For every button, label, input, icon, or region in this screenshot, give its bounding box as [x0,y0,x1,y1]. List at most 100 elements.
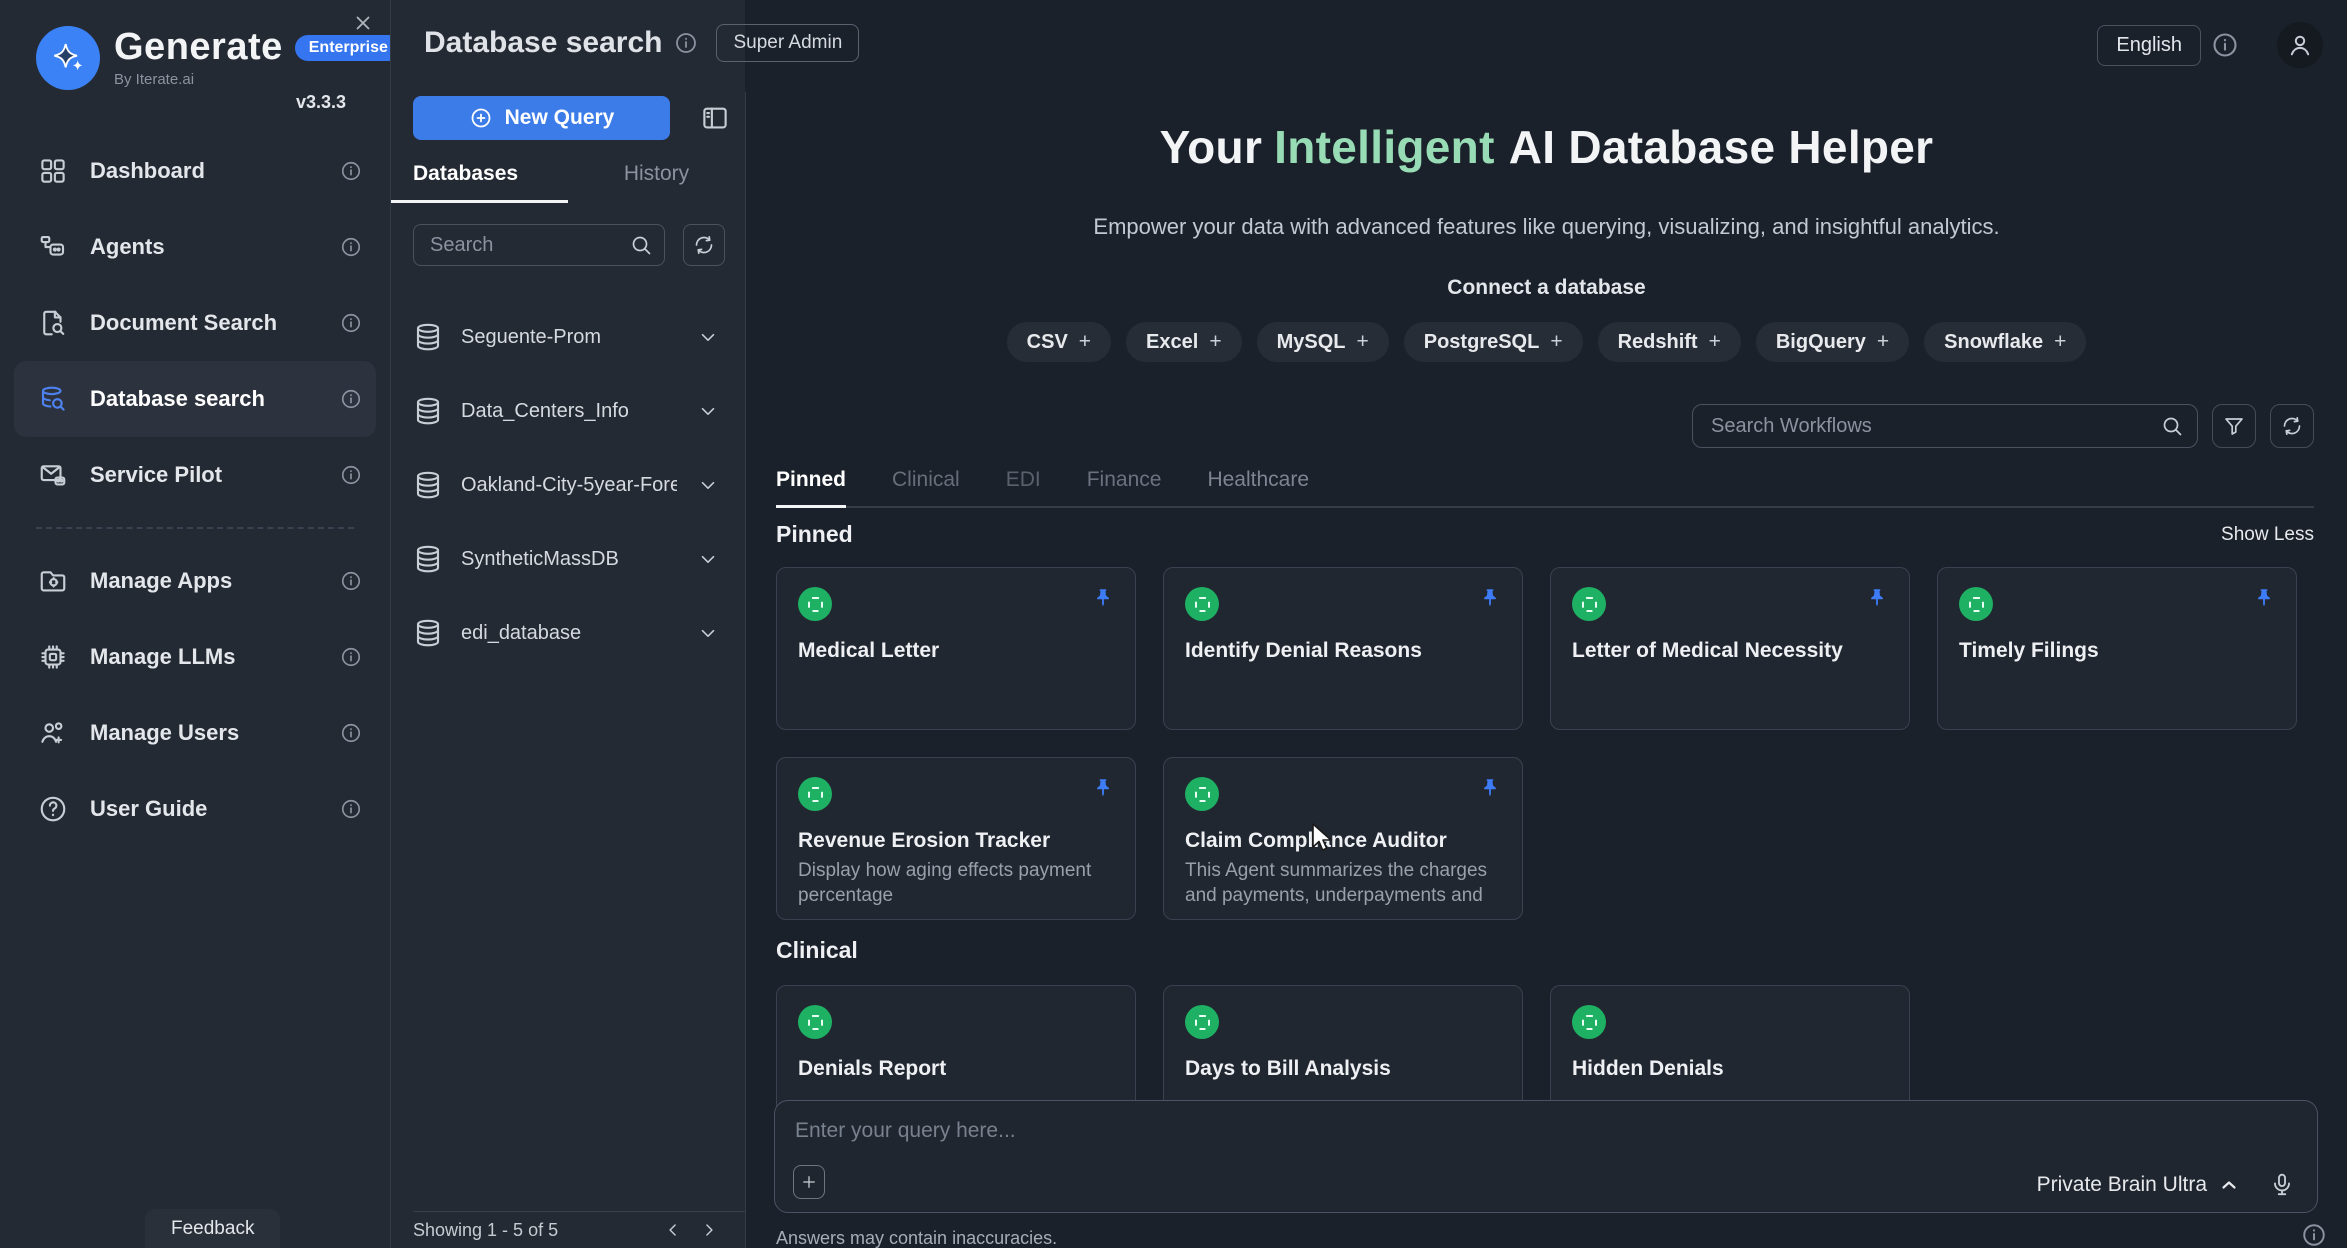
database-row[interactable]: Oakland-City-5year-Fore [391,448,745,522]
new-query-label: New Query [505,106,615,130]
chevron-down-icon[interactable] [697,474,719,496]
refresh-databases-button[interactable] [683,224,725,266]
service-pilot-icon [38,460,68,490]
prev-page-button[interactable] [655,1215,691,1245]
microphone-icon[interactable] [2269,1172,2295,1198]
chevron-down-icon[interactable] [697,400,719,422]
connector-redshift[interactable]: Redshift+ [1598,322,1741,362]
sidebar-item-label: Manage Users [90,720,239,746]
sidebar-item-agents[interactable]: Agents [0,209,390,285]
pin-icon[interactable] [2253,587,2275,609]
sidebar-item-user-guide[interactable]: User Guide [0,771,390,847]
sidebar-divider [36,527,354,529]
database-search-input[interactable] [413,224,665,266]
sidebar-item-manage-apps[interactable]: Manage Apps [0,543,390,619]
tab-healthcare[interactable]: Healthcare [1207,468,1309,508]
workflow-card[interactable]: Revenue Erosion Tracker Display how agin… [776,757,1136,920]
sidebar-item-service-pilot[interactable]: Service Pilot [0,437,390,513]
refresh-workflows-button[interactable] [2270,404,2314,448]
workflow-card[interactable]: Timely Filings [1937,567,2297,730]
workflow-card[interactable]: Medical Letter [776,567,1136,730]
connector-mysql[interactable]: MySQL+ [1257,322,1389,362]
manage-users-icon [38,718,68,748]
user-avatar[interactable] [2277,22,2323,68]
document-search-icon [38,308,68,338]
chevron-down-icon[interactable] [697,548,719,570]
workflow-card[interactable]: Claim Compliance Auditor This Agent summ… [1163,757,1523,920]
info-icon[interactable] [2211,31,2239,59]
workflow-card[interactable]: Identify Denial Reasons [1163,567,1523,730]
database-row[interactable]: SyntheticMassDB [391,522,745,596]
card-title: Medical Letter [798,639,1114,663]
attach-button[interactable] [793,1165,825,1199]
card-title: Days to Bill Analysis [1185,1057,1501,1081]
sidebar-item-manage-users[interactable]: Manage Users [0,695,390,771]
connector-csv[interactable]: CSV+ [1007,322,1111,362]
next-page-button[interactable] [691,1215,727,1245]
info-icon[interactable] [340,646,362,668]
database-name: Oakland-City-5year-Fore [461,474,677,497]
info-icon[interactable] [340,236,362,258]
sidebar-item-label: Agents [90,234,165,260]
card-title: Identify Denial Reasons [1185,639,1501,663]
pin-icon[interactable] [1866,587,1888,609]
tab-edi[interactable]: EDI [1006,468,1041,508]
sidebar-item-label: Dashboard [90,158,205,184]
info-icon[interactable] [340,722,362,744]
tab-databases[interactable]: Databases [391,162,568,203]
info-icon[interactable] [674,31,698,55]
connector-excel[interactable]: Excel+ [1126,322,1242,362]
show-less-link[interactable]: Show Less [2221,524,2314,546]
info-icon[interactable] [340,312,362,334]
chevron-up-icon[interactable] [2217,1173,2241,1197]
plus-circle-icon [469,106,493,130]
sidebar-item-document-search[interactable]: Document Search [0,285,390,361]
chevron-down-icon[interactable] [697,622,719,644]
database-search-icon [38,384,68,414]
feedback-button[interactable]: Feedback [145,1209,280,1248]
panel-main-divider [745,92,746,1248]
sidebar-item-manage-llms[interactable]: Manage LLMs [0,619,390,695]
workflow-card[interactable]: Letter of Medical Necessity [1550,567,1910,730]
connector-postgresql[interactable]: PostgreSQL+ [1404,322,1583,362]
sidebar-item-database-search[interactable]: Database search [14,361,376,437]
pin-icon[interactable] [1479,777,1501,799]
card-title: Denials Report [798,1057,1114,1081]
app-version: v3.3.3 [296,92,346,113]
info-icon[interactable] [340,570,362,592]
pin-icon[interactable] [1479,587,1501,609]
filter-button[interactable] [2212,404,2256,448]
language-button[interactable]: English [2097,25,2201,66]
info-icon[interactable] [340,160,362,182]
workflow-search-input[interactable] [1692,404,2198,448]
connector-bigquery[interactable]: BigQuery+ [1756,322,1909,362]
database-icon [413,618,443,648]
pin-icon[interactable] [1092,777,1114,799]
pin-icon[interactable] [1092,587,1114,609]
tab-history[interactable]: History [568,162,745,203]
query-input[interactable] [775,1101,2317,1161]
plus-icon: + [1550,330,1562,354]
tab-pinned[interactable]: Pinned [776,468,846,508]
info-icon[interactable] [340,464,362,486]
connector-row: CSV+ Excel+ MySQL+ PostgreSQL+ Redshift+… [746,322,2347,362]
tab-finance[interactable]: Finance [1087,468,1162,508]
connector-snowflake[interactable]: Snowflake+ [1924,322,2086,362]
info-icon[interactable] [340,798,362,820]
chevron-down-icon[interactable] [697,326,719,348]
sidebar-item-dashboard[interactable]: Dashboard [0,133,390,209]
database-row[interactable]: edi_database [391,596,745,670]
model-selector[interactable]: Private Brain Ultra [2037,1173,2207,1197]
agent-icon [798,1005,832,1039]
tab-clinical[interactable]: Clinical [892,468,960,508]
info-icon[interactable] [2301,1222,2327,1248]
database-row[interactable]: Data_Centers_Info [391,374,745,448]
card-description: This Agent summarizes the charges and pa… [1185,858,1501,910]
collapse-panel-button[interactable] [696,99,734,137]
sidebar-panel-divider [390,0,391,1248]
brand-logo-icon [36,26,100,90]
database-row[interactable]: Seguente-Prom [391,300,745,374]
new-query-button[interactable]: New Query [413,96,670,140]
hero-subtitle: Empower your data with advanced features… [746,214,2347,240]
info-icon[interactable] [340,388,362,410]
